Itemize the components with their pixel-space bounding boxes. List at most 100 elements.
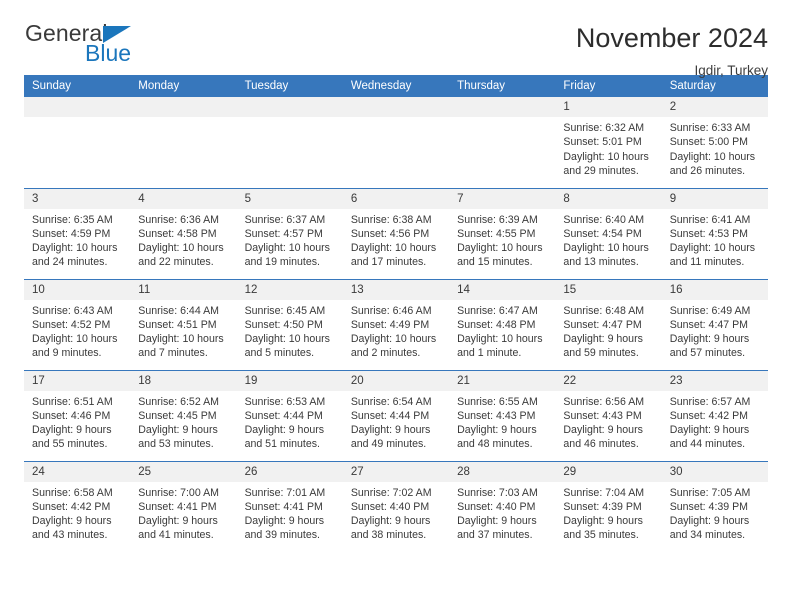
day-sun-info: Sunrise: 7:04 AM Sunset: 4:39 PM Daylight:…	[555, 482, 661, 543]
calendar-day-cell[interactable]: 24 Sunrise: 6:58 AM Sunset: 4:42 PM Dayligh…	[24, 460, 131, 552]
calendar-day-cell[interactable]: 17 Sunrise: 6:51 AM Sunset: 4:46 PM Dayligh…	[24, 369, 131, 461]
calendar-day-cell[interactable]: 21 Sunrise: 6:55 AM Sunset: 4:43 PM Dayligh…	[449, 369, 556, 461]
daylight-text: Daylight: 9 hours and 44 minutes.	[669, 424, 750, 451]
daylight-text: Daylight: 10 hours and 19 minutes.	[244, 242, 330, 269]
day-number: 11	[130, 279, 237, 300]
calendar-day-cell[interactable]: 16 Sunrise: 6:49 AM Sunset: 4:47 PM Dayligh…	[661, 278, 768, 370]
calendar-day-cell[interactable]: 14 Sunrise: 6:47 AM Sunset: 4:48 PM Dayligh…	[449, 278, 556, 370]
day-number: 16	[661, 279, 768, 300]
calendar-day-cell[interactable]: 11 Sunrise: 6:44 AM Sunset: 4:51 PM Dayligh…	[130, 278, 237, 370]
sunset-text: Sunset: 4:42 PM	[32, 500, 111, 513]
calendar-week-row: 10 Sunrise: 6:43 AM Sunset: 4:52 PM Dayligh…	[24, 278, 768, 370]
daylight-text: Daylight: 9 hours and 53 minutes.	[138, 424, 218, 451]
calendar-day-cell[interactable]: 13 Sunrise: 6:46 AM Sunset: 4:49 PM Dayligh…	[342, 278, 450, 370]
day-sun-info: Sunrise: 6:49 AM Sunset: 4:47 PM Daylight:…	[662, 300, 768, 361]
day-number: 1	[555, 97, 662, 117]
sunrise-text: Sunrise: 6:51 AM	[32, 395, 113, 408]
day-number: 9	[661, 188, 768, 209]
calendar-day-cell[interactable]: 12 Sunrise: 6:45 AM Sunset: 4:50 PM Dayligh…	[236, 278, 343, 370]
sunset-text: Sunset: 4:49 PM	[350, 318, 430, 331]
calendar-day-cell[interactable]: 4 Sunrise: 6:36 AM Sunset: 4:58 PM Daylight…	[130, 187, 237, 279]
sunrise-text: Sunrise: 6:49 AM	[669, 304, 751, 317]
day-sun-info: Sunrise: 7:05 AM Sunset: 4:39 PM Daylight:…	[662, 482, 768, 543]
daylight-text: Daylight: 9 hours and 51 minutes.	[244, 424, 325, 451]
day-sun-info: Sunrise: 6:41 AM Sunset: 4:53 PM Daylight:…	[662, 209, 768, 270]
title-block: November 2024 Igdir, Turkey	[576, 22, 768, 79]
calendar-day-cell[interactable]: 2 Sunrise: 6:33 AM Sunset: 5:00 PM Daylight…	[661, 97, 768, 188]
sunset-text: Sunset: 4:50 PM	[244, 318, 323, 331]
day-number: 24	[24, 461, 131, 482]
day-sun-info: Sunrise: 7:00 AM Sunset: 4:41 PM Daylight:…	[130, 482, 236, 543]
daylight-text: Daylight: 10 hours and 5 minutes.	[244, 333, 330, 360]
day-number: 18	[130, 370, 237, 391]
daylight-text: Daylight: 9 hours and 37 minutes.	[457, 515, 537, 542]
day-number: 2	[661, 97, 768, 117]
calendar-day-cell-empty	[236, 97, 343, 188]
sunrise-text: Sunrise: 6:37 AM	[244, 213, 326, 226]
day-number: 15	[555, 279, 662, 300]
calendar-day-cell-empty	[24, 97, 131, 188]
sunrise-text: Sunrise: 6:52 AM	[138, 395, 219, 408]
calendar-page: General Blue November 2024 Igdir, Turkey…	[0, 0, 792, 612]
sunset-text: Sunset: 4:47 PM	[669, 318, 749, 331]
calendar-day-cell[interactable]: 1 Sunrise: 6:32 AM Sunset: 5:01 PM Daylight…	[555, 97, 662, 188]
day-sun-info: Sunrise: 6:54 AM Sunset: 4:44 PM Daylight:…	[343, 391, 449, 452]
sunrise-text: Sunrise: 6:33 AM	[669, 122, 751, 134]
calendar-day-cell[interactable]: 27 Sunrise: 7:02 AM Sunset: 4:40 PM Dayligh…	[342, 460, 450, 552]
sunset-text: Sunset: 4:44 PM	[350, 409, 430, 422]
day-number: 14	[449, 279, 556, 300]
calendar-table: Sunday Monday Tuesday Wednesday Thursday…	[24, 75, 768, 552]
calendar-day-cell[interactable]: 29 Sunrise: 7:04 AM Sunset: 4:39 PM Dayligh…	[555, 460, 662, 552]
day-sun-info: Sunrise: 6:40 AM Sunset: 4:54 PM Daylight:…	[555, 209, 661, 270]
calendar-day-cell[interactable]: 6 Sunrise: 6:38 AM Sunset: 4:56 PM Daylight…	[342, 187, 450, 279]
calendar-day-cell[interactable]: 20 Sunrise: 6:54 AM Sunset: 4:44 PM Dayligh…	[342, 369, 450, 461]
general-blue-logo[interactable]: General Blue	[24, 22, 164, 70]
calendar-day-cell[interactable]: 30 Sunrise: 7:05 AM Sunset: 4:39 PM Dayligh…	[661, 460, 768, 552]
calendar-day-cell[interactable]: 9 Sunrise: 6:41 AM Sunset: 4:53 PM Daylight…	[661, 187, 768, 279]
daylight-text: Daylight: 10 hours and 7 minutes.	[138, 333, 224, 360]
calendar-day-cell[interactable]: 19 Sunrise: 6:53 AM Sunset: 4:44 PM Dayligh…	[236, 369, 343, 461]
sunrise-text: Sunrise: 6:39 AM	[457, 213, 538, 226]
daylight-text: Daylight: 10 hours and 9 minutes.	[32, 333, 118, 360]
calendar-day-cell[interactable]: 10 Sunrise: 6:43 AM Sunset: 4:52 PM Dayligh…	[24, 278, 131, 370]
day-number: 3	[24, 188, 131, 209]
weekday-header-sunday: Sunday	[24, 75, 131, 97]
sunrise-text: Sunrise: 6:46 AM	[350, 304, 432, 317]
sunset-text: Sunset: 4:47 PM	[563, 318, 642, 331]
day-number: 21	[449, 370, 556, 391]
daylight-text: Daylight: 9 hours and 48 minutes.	[457, 424, 537, 451]
calendar-week-row: 24 Sunrise: 6:58 AM Sunset: 4:42 PM Dayligh…	[24, 460, 768, 552]
day-number: 6	[342, 188, 450, 209]
day-number	[236, 97, 343, 117]
calendar-day-cell[interactable]: 7 Sunrise: 6:39 AM Sunset: 4:55 PM Daylight…	[449, 187, 556, 279]
sunset-text: Sunset: 4:56 PM	[350, 227, 430, 240]
daylight-text: Daylight: 10 hours and 11 minutes.	[669, 242, 756, 269]
daylight-text: Daylight: 10 hours and 13 minutes.	[563, 242, 649, 269]
calendar-day-cell[interactable]: 3 Sunrise: 6:35 AM Sunset: 4:59 PM Daylight…	[24, 187, 131, 279]
calendar-day-cell[interactable]: 28 Sunrise: 7:03 AM Sunset: 4:40 PM Dayligh…	[449, 460, 556, 552]
calendar-body: 1 Sunrise: 6:32 AM Sunset: 5:01 PM Daylight…	[24, 97, 768, 552]
sunrise-text: Sunrise: 7:02 AM	[350, 486, 432, 499]
day-number: 27	[342, 461, 450, 482]
daylight-text: Daylight: 9 hours and 43 minutes.	[32, 515, 112, 542]
sunset-text: Sunset: 5:01 PM	[563, 136, 642, 149]
page-header: General Blue November 2024 Igdir, Turkey	[24, 0, 768, 79]
daylight-text: Daylight: 10 hours and 17 minutes.	[350, 242, 437, 269]
calendar-day-cell[interactable]: 23 Sunrise: 6:57 AM Sunset: 4:42 PM Dayligh…	[661, 369, 768, 461]
sunset-text: Sunset: 4:42 PM	[669, 409, 749, 422]
day-sun-info: Sunrise: 6:53 AM Sunset: 4:44 PM Daylight:…	[237, 391, 343, 452]
sunset-text: Sunset: 4:48 PM	[457, 318, 536, 331]
day-sun-info: Sunrise: 6:52 AM Sunset: 4:45 PM Daylight:…	[130, 391, 236, 452]
day-sun-info: Sunrise: 6:36 AM Sunset: 4:58 PM Daylight:…	[130, 209, 236, 270]
calendar-day-cell[interactable]: 5 Sunrise: 6:37 AM Sunset: 4:57 PM Daylight…	[236, 187, 343, 279]
calendar-day-cell[interactable]: 8 Sunrise: 6:40 AM Sunset: 4:54 PM Daylight…	[555, 187, 662, 279]
calendar-day-cell[interactable]: 26 Sunrise: 7:01 AM Sunset: 4:41 PM Dayligh…	[236, 460, 343, 552]
calendar-day-cell[interactable]: 18 Sunrise: 6:52 AM Sunset: 4:45 PM Dayligh…	[130, 369, 237, 461]
day-sun-info: Sunrise: 7:01 AM Sunset: 4:41 PM Daylight:…	[237, 482, 343, 543]
daylight-text: Daylight: 10 hours and 2 minutes.	[350, 333, 437, 360]
calendar-day-cell[interactable]: 25 Sunrise: 7:00 AM Sunset: 4:41 PM Dayligh…	[130, 460, 237, 552]
calendar-day-cell[interactable]: 15 Sunrise: 6:48 AM Sunset: 4:47 PM Dayligh…	[555, 278, 662, 370]
calendar-day-cell[interactable]: 22 Sunrise: 6:56 AM Sunset: 4:43 PM Dayligh…	[555, 369, 662, 461]
sunrise-text: Sunrise: 7:00 AM	[138, 486, 219, 499]
daylight-text: Daylight: 9 hours and 49 minutes.	[350, 424, 431, 451]
